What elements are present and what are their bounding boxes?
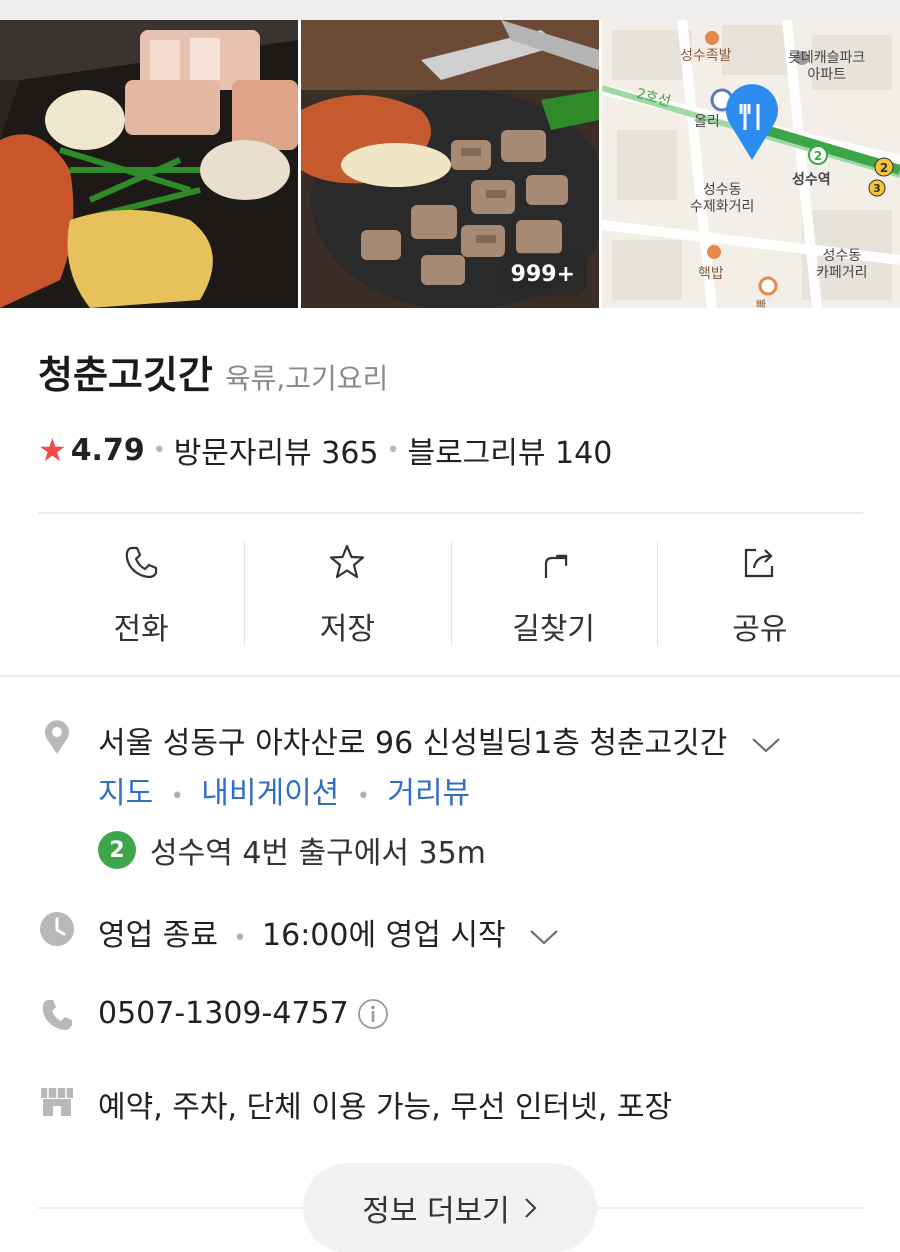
divider <box>0 675 900 677</box>
share-icon <box>744 548 773 578</box>
map-label-olive: 올리 <box>694 114 720 130</box>
phone-row[interactable]: 0507-1309-4757 <box>98 996 389 1031</box>
share-button[interactable]: 공유 <box>656 540 863 650</box>
photo-strip: 999+ 2 2 3 성수족발 롯데캐슬파크 아파트 2호선 올리 성수역 성수… <box>0 20 900 308</box>
more-info-label: 정보 더보기 <box>362 1194 510 1229</box>
save-button-label: 저장 <box>319 612 375 647</box>
location-pin-icon <box>38 718 76 756</box>
blog-reviews-link[interactable]: 블로그리뷰 140 <box>407 428 612 472</box>
map-label-hatbap: 핵밥 <box>698 266 724 282</box>
address-row[interactable]: 서울 성동구 아차산로 96 신성빌딩1층 청춘고깃간 <box>98 718 781 762</box>
chevron-down-icon <box>752 737 780 752</box>
place-header: 청춘고깃간 육류,고기요리 <box>38 344 388 399</box>
subway-distance-text: 성수역 4번 출구에서 35m <box>150 836 486 871</box>
star-rating-icon: ★ <box>38 431 67 469</box>
call-button[interactable]: 전화 <box>38 540 244 650</box>
directions-icon <box>544 554 567 578</box>
phone-number: 0507-1309-4757 <box>98 996 349 1031</box>
clock-icon <box>38 910 76 948</box>
share-button-label: 공유 <box>732 612 788 647</box>
top-bar <box>0 0 900 20</box>
hours-row[interactable]: 영업 종료 • 16:00에 영업 시작 <box>98 910 559 954</box>
call-button-label: 전화 <box>113 612 169 647</box>
address-text: 서울 성동구 아차산로 96 신성빌딩1층 청춘고깃간 <box>98 726 728 761</box>
more-info-button[interactable]: 정보 더보기 <box>303 1163 597 1252</box>
map-label-lotte: 롯데캐슬파크 아파트 <box>788 50 866 83</box>
map-label-jokbal: 성수족발 <box>680 48 732 64</box>
svg-text:3: 3 <box>873 182 881 195</box>
map-label-station: 성수역 <box>792 172 831 188</box>
hours-next-open: 16:00에 영업 시작 <box>262 918 506 953</box>
chevron-down-icon <box>530 929 558 944</box>
photo-grill-pork[interactable] <box>0 20 298 308</box>
info-icon[interactable] <box>357 998 389 1030</box>
separator-dot: • <box>356 784 370 809</box>
chevron-right-icon <box>524 1198 537 1218</box>
amenities-text: 예약, 주차, 단체 이용 가능, 무선 인터넷, 포장 <box>98 1090 673 1125</box>
photo-cooked-pork[interactable]: 999+ <box>301 20 599 308</box>
save-button[interactable]: 저장 <box>244 540 450 650</box>
visitor-reviews-link[interactable]: 방문자리뷰 365 <box>174 428 379 472</box>
map-label-sujehwa: 성수동 수제화거리 <box>690 182 755 215</box>
rating-value: 4.79 <box>70 432 145 468</box>
navigation-link[interactable]: 내비게이션 <box>201 776 339 811</box>
photo-count-badge[interactable]: 999+ <box>498 253 587 296</box>
map-label-cafe: 성수동 카페거리 <box>816 248 868 281</box>
hours-status: 영업 종료 <box>98 918 218 953</box>
separator-dot: • <box>152 437 166 463</box>
place-name: 청춘고깃간 <box>38 353 213 397</box>
street-view-link[interactable]: 거리뷰 <box>387 776 470 811</box>
phone-info-icon <box>38 996 76 1034</box>
map-label-bottom: 빠 <box>756 298 767 308</box>
address-links: 지도 • 내비게이션 • 거리뷰 <box>98 768 470 812</box>
divider <box>38 512 863 514</box>
svg-text:2: 2 <box>880 161 888 175</box>
subway-info: 2 성수역 4번 출구에서 35m <box>98 828 486 872</box>
star-icon <box>330 544 365 579</box>
subway-line-badge: 2 <box>98 831 136 869</box>
map-link[interactable]: 지도 <box>98 776 153 811</box>
separator-dot: • <box>233 926 247 951</box>
action-bar: 전화 저장 길찾기 공유 <box>38 540 863 650</box>
separator-dot: • <box>170 784 184 809</box>
separator-dot: • <box>386 437 400 463</box>
place-category: 육류,고기요리 <box>224 362 389 395</box>
phone-icon <box>125 546 158 579</box>
directions-button[interactable]: 길찾기 <box>450 540 657 650</box>
directions-button-label: 길찾기 <box>512 612 596 647</box>
location-map[interactable]: 2 2 3 성수족발 롯데캐슬파크 아파트 2호선 올리 성수역 성수동 수제화… <box>602 20 900 308</box>
rating-row: ★ 4.79 • 방문자리뷰 365 • 블로그리뷰 140 <box>38 428 612 472</box>
store-icon <box>38 1082 76 1120</box>
svg-text:2: 2 <box>814 149 822 163</box>
grill-photo-1-image <box>0 20 298 308</box>
